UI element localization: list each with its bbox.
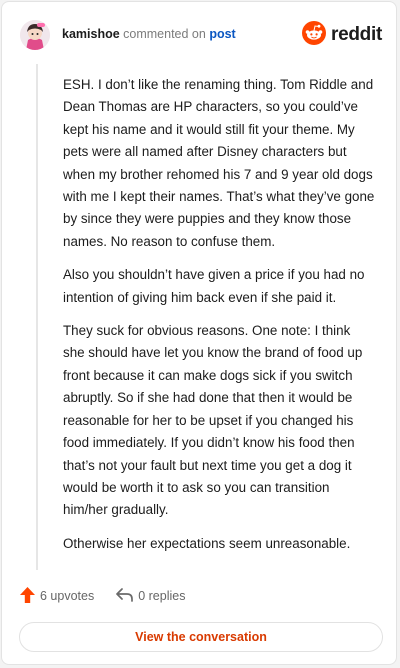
username-link[interactable]: kamishoe (62, 27, 120, 41)
reddit-wordmark: reddit (331, 24, 382, 45)
comment-body: ESH. I don’t like the renaming thing. To… (63, 74, 375, 566)
comment-actions: 6 upvotes 0 replies (20, 586, 207, 606)
action-text: commented on (123, 27, 206, 41)
upvote-arrow-icon (20, 586, 35, 606)
upvote-button[interactable]: 6 upvotes (20, 586, 95, 606)
reply-arrow-icon (116, 587, 134, 605)
comment-paragraph: Otherwise her expectations seem unreason… (63, 535, 351, 551)
upvotes-count: 6 upvotes (40, 589, 95, 603)
thread-line (36, 64, 38, 570)
comment-meta: kamishoe commented on post (62, 27, 236, 41)
replies-count: 0 replies (138, 589, 186, 603)
comment-paragraph: Also you shouldn’t have given a price if… (63, 267, 365, 305)
avatar[interactable] (20, 20, 50, 50)
comment-card: kamishoe commented on post reddit ESH. I… (1, 1, 397, 665)
post-link[interactable]: post (209, 27, 235, 41)
comment-paragraph: They suck for obvious reasons. One note:… (63, 323, 363, 518)
comment-header: kamishoe commented on post reddit (20, 20, 382, 50)
reddit-brand[interactable]: reddit (302, 20, 382, 50)
reddit-logo-icon (302, 20, 327, 50)
reply-button[interactable]: 0 replies (116, 587, 186, 605)
view-conversation-button[interactable]: View the conversation (19, 622, 383, 652)
comment-paragraph: ESH. I don’t like the renaming thing. To… (63, 77, 375, 249)
